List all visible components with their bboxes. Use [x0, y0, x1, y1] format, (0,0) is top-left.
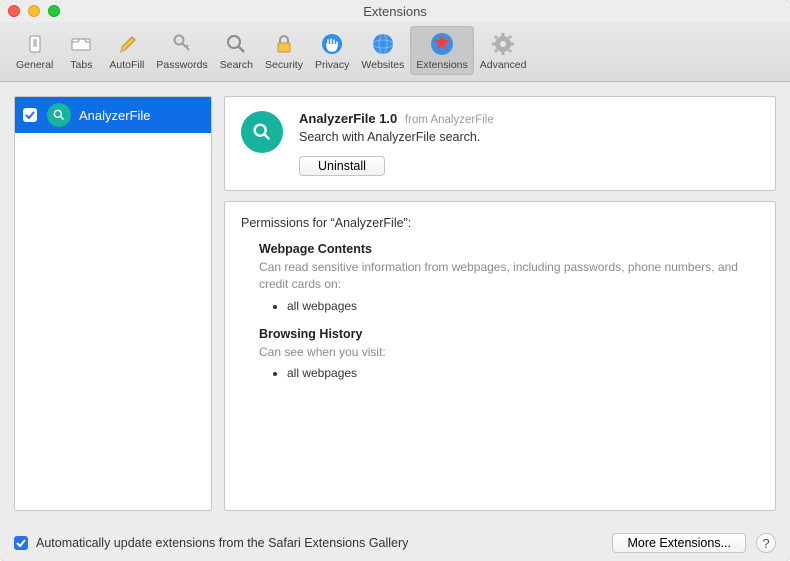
- permission-section-history: Browsing History Can see when you visit:…: [259, 327, 759, 381]
- auto-update-label: Automatically update extensions from the…: [36, 536, 408, 550]
- tab-websites[interactable]: Websites: [355, 26, 410, 75]
- puzzle-icon: [428, 30, 456, 58]
- tab-advanced[interactable]: Advanced: [474, 26, 533, 75]
- tab-label: Privacy: [315, 59, 349, 71]
- tab-label: Search: [220, 59, 253, 71]
- preferences-window: Extensions General Tabs AutoFill Passwor…: [0, 0, 790, 561]
- tab-label: Extensions: [416, 59, 467, 71]
- extensions-list: AnalyzerFile: [14, 96, 212, 511]
- extension-icon: [47, 103, 71, 127]
- tab-label: Advanced: [480, 59, 527, 71]
- tab-privacy[interactable]: Privacy: [309, 26, 355, 75]
- tab-security[interactable]: Security: [259, 26, 309, 75]
- permission-bullet: all webpages: [287, 366, 759, 380]
- tab-tabs[interactable]: Tabs: [59, 26, 103, 75]
- window-title: Extensions: [0, 4, 790, 19]
- help-button[interactable]: ?: [756, 533, 776, 553]
- switch-icon: [21, 30, 49, 58]
- pencil-icon: [113, 30, 141, 58]
- extension-author: from AnalyzerFile: [405, 114, 494, 126]
- list-item[interactable]: AnalyzerFile: [15, 97, 211, 133]
- tab-passwords[interactable]: Passwords: [150, 26, 213, 75]
- hand-icon: [318, 30, 346, 58]
- uninstall-button[interactable]: Uninstall: [299, 156, 385, 176]
- tab-label: Passwords: [156, 59, 207, 71]
- extension-description: Search with AnalyzerFile search.: [299, 130, 494, 144]
- extension-title-row: AnalyzerFile 1.0 from AnalyzerFile: [299, 111, 494, 126]
- main-panel: AnalyzerFile 1.0 from AnalyzerFile Searc…: [224, 96, 776, 511]
- lock-icon: [270, 30, 298, 58]
- search-icon: [222, 30, 250, 58]
- permission-desc: Can see when you visit:: [259, 344, 759, 361]
- tab-label: Tabs: [70, 59, 92, 71]
- key-icon: [168, 30, 196, 58]
- tab-label: Websites: [361, 59, 404, 71]
- globe-icon: [369, 30, 397, 58]
- extension-name: AnalyzerFile: [79, 108, 151, 123]
- permission-title: Browsing History: [259, 327, 759, 341]
- tab-label: AutoFill: [109, 59, 144, 71]
- permission-desc: Can read sensitive information from webp…: [259, 259, 759, 293]
- permission-list: all webpages: [287, 366, 759, 380]
- more-extensions-button[interactable]: More Extensions...: [612, 533, 746, 553]
- extension-icon: [241, 111, 283, 153]
- extension-details: AnalyzerFile 1.0 from AnalyzerFile Searc…: [224, 96, 776, 191]
- permissions-panel: Permissions for “AnalyzerFile”: Webpage …: [224, 201, 776, 511]
- tabs-icon: [67, 30, 95, 58]
- extension-info: AnalyzerFile 1.0 from AnalyzerFile Searc…: [299, 111, 494, 176]
- permission-section-webpage: Webpage Contents Can read sensitive info…: [259, 242, 759, 313]
- permission-title: Webpage Contents: [259, 242, 759, 256]
- tab-label: General: [16, 59, 53, 71]
- tab-label: Security: [265, 59, 303, 71]
- toolbar: General Tabs AutoFill Passwords Search: [0, 22, 790, 82]
- checkbox-icon[interactable]: [23, 108, 37, 122]
- permission-bullet: all webpages: [287, 299, 759, 313]
- checkbox-icon[interactable]: [14, 536, 28, 550]
- tab-autofill[interactable]: AutoFill: [103, 26, 150, 75]
- tab-extensions[interactable]: Extensions: [410, 26, 473, 75]
- titlebar: Extensions: [0, 0, 790, 22]
- permission-list: all webpages: [287, 299, 759, 313]
- tab-search[interactable]: Search: [214, 26, 259, 75]
- permissions-header: Permissions for “AnalyzerFile”:: [241, 216, 759, 230]
- tab-general[interactable]: General: [10, 26, 59, 75]
- footer: Automatically update extensions from the…: [0, 525, 790, 561]
- extension-title: AnalyzerFile 1.0: [299, 111, 397, 126]
- gear-icon: [489, 30, 517, 58]
- content-area: AnalyzerFile AnalyzerFile 1.0 from Analy…: [0, 82, 790, 525]
